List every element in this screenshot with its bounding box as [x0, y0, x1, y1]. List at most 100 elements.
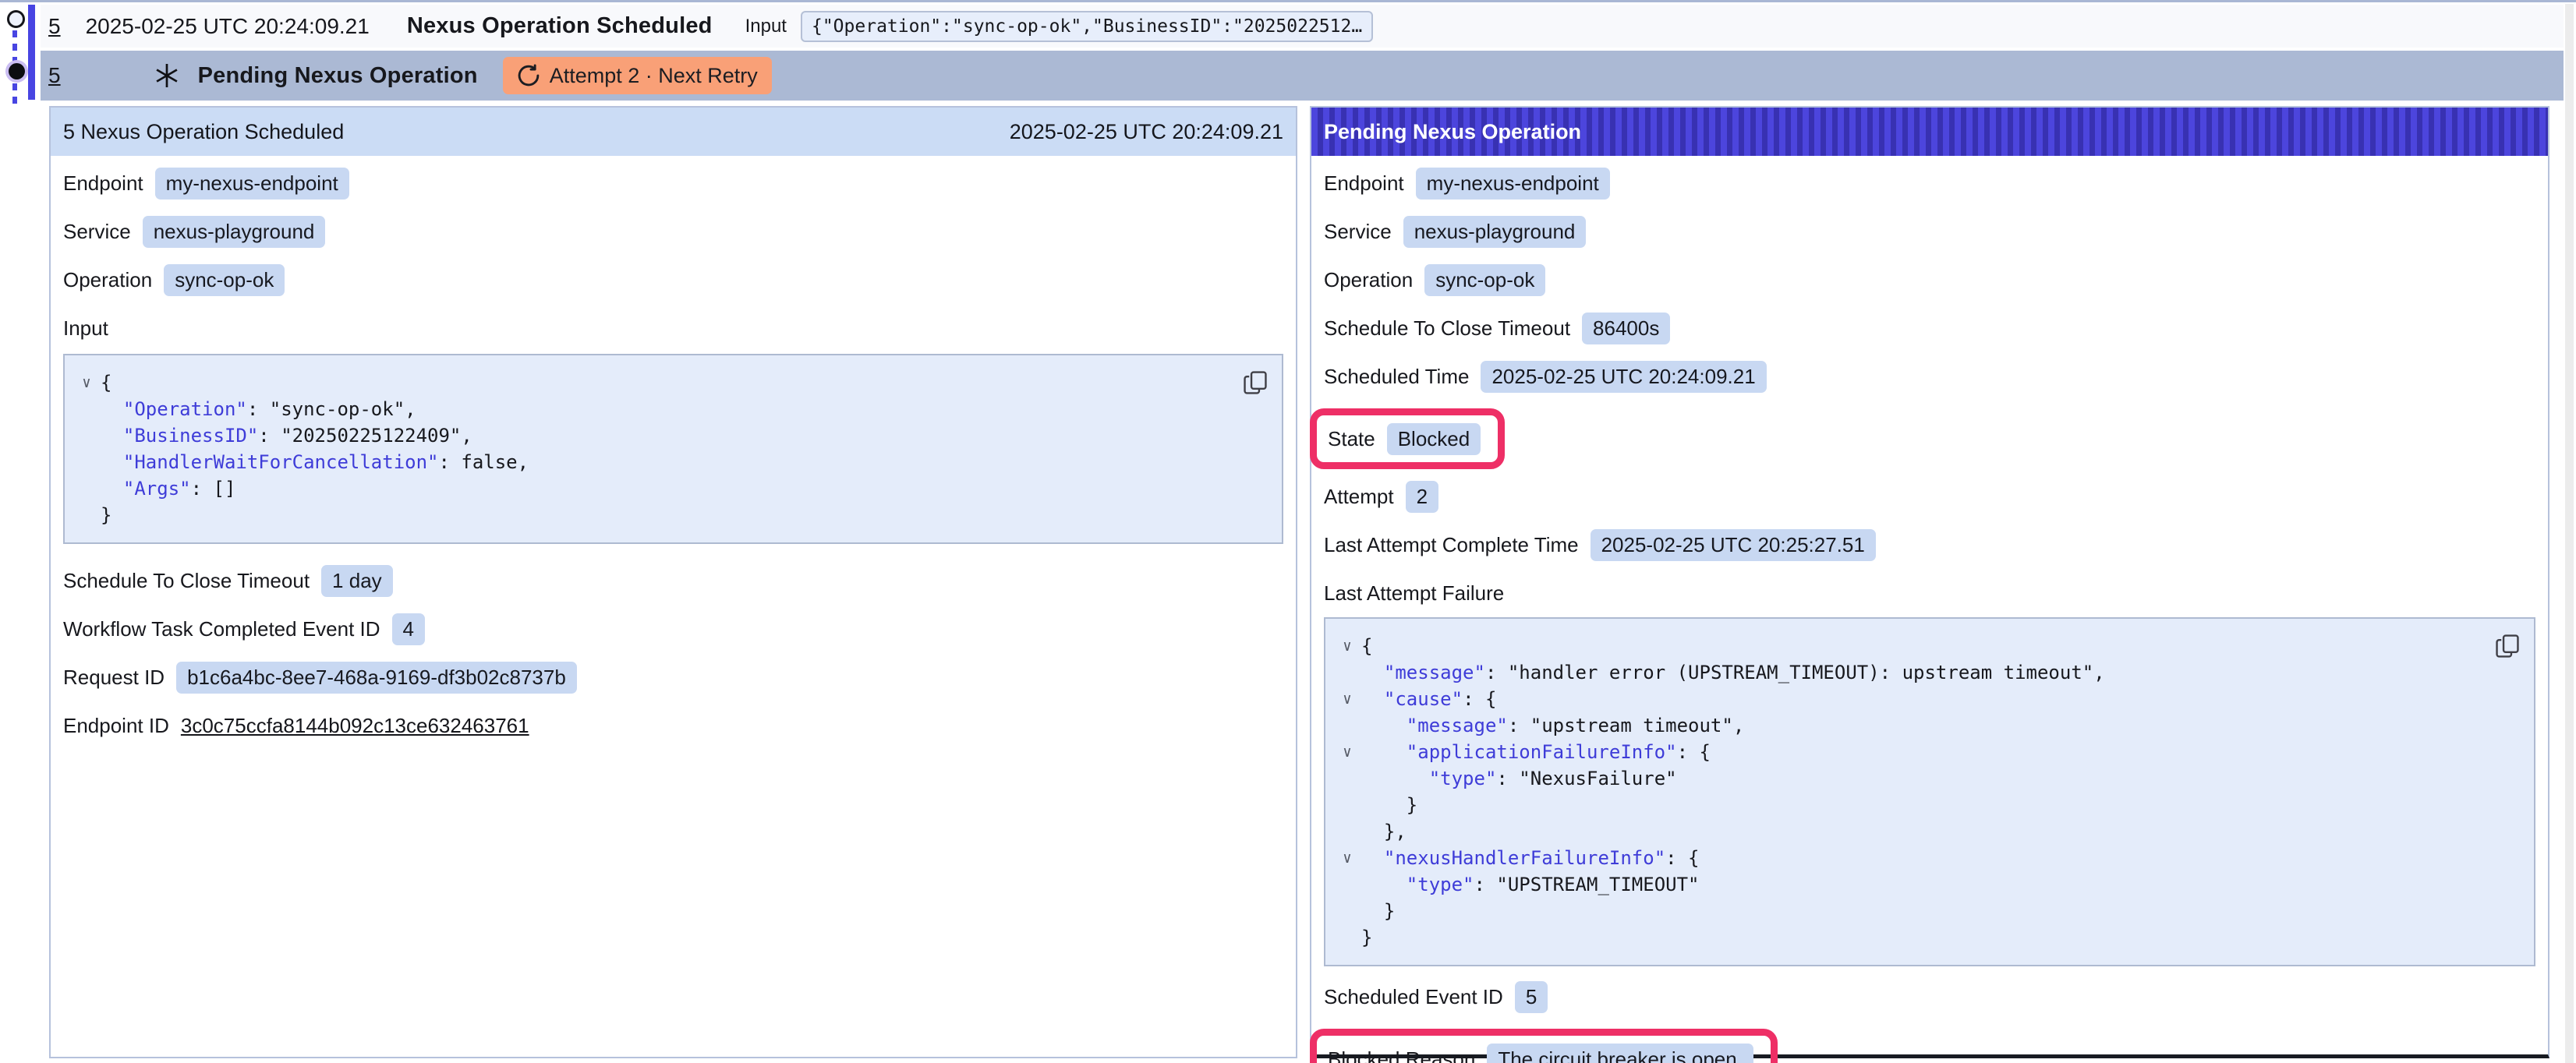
attempt-badge-label: Attempt 2 · Next Retry [550, 64, 758, 88]
field-value-chip: 1 day [321, 565, 393, 597]
field-label: Endpoint [63, 171, 143, 196]
copy-button[interactable] [2493, 631, 2521, 662]
code-text: "type": "NexusFailure" [1361, 765, 1677, 792]
field-label: Last Attempt Failure [1324, 581, 1504, 606]
code-text: { [1361, 633, 1372, 659]
field-label: Operation [1324, 268, 1413, 292]
field-label: Input [63, 316, 108, 341]
field-endpoint: Endpoint my-nexus-endpoint [1324, 167, 2535, 200]
code-gutter [1333, 792, 1361, 818]
pending-asterisk-icon [153, 62, 181, 90]
field-scheduled-event-id: Scheduled Event ID 5 [1324, 980, 2535, 1013]
code-gutter [1333, 765, 1361, 792]
field-schedule-to-close-timeout: Schedule To Close Timeout 86400s [1324, 312, 2535, 344]
field-workflow-task-completed-event-id: Workflow Task Completed Event ID 4 [63, 613, 1283, 645]
event-group-indicator-bar [28, 5, 35, 100]
code-gutter [1333, 818, 1361, 845]
code-gutter [73, 449, 101, 475]
collapse-chevron-icon[interactable]: ∨ [1333, 739, 1361, 765]
json-code-line: ∨ "nexusHandlerFailureInfo": { [1333, 845, 2520, 871]
field-scheduled-time: Scheduled Time 2025-02-25 UTC 20:24:09.2… [1324, 360, 2535, 393]
code-gutter [1333, 898, 1361, 924]
timeline-open-circle-icon [7, 10, 25, 28]
field-label: Operation [63, 268, 152, 292]
field-value-chip: nexus-playground [1403, 216, 1587, 248]
code-gutter [1333, 871, 1361, 898]
code-gutter [73, 475, 101, 502]
pending-operation-header-title: Pending Nexus Operation [1324, 120, 1581, 144]
field-attempt: Attempt 2 [1324, 480, 2535, 513]
state-annotation-highlight: State Blocked [1310, 408, 1505, 469]
collapse-chevron-icon[interactable]: ∨ [1333, 686, 1361, 712]
event-id-link[interactable]: 5 [48, 63, 61, 88]
json-code-line: "HandlerWaitForCancellation": false, [73, 449, 1268, 475]
copy-icon [2494, 631, 2521, 661]
event-summary-row[interactable]: 5 2025-02-25 UTC 20:24:09.21 Nexus Opera… [41, 5, 2564, 48]
field-label: Scheduled Time [1324, 365, 1469, 389]
copy-button[interactable] [1241, 368, 1269, 399]
field-input: Input [63, 312, 1283, 344]
field-value-chip: sync-op-ok [1424, 264, 1545, 296]
json-code-line: } [1333, 924, 2520, 951]
copy-icon [1242, 368, 1269, 397]
json-code-line: ∨ "cause": { [1333, 686, 2520, 712]
collapse-chevron-icon[interactable]: ∨ [1333, 633, 1361, 659]
state-value-chip: Blocked [1387, 423, 1481, 455]
field-value-chip: my-nexus-endpoint [1416, 168, 1610, 200]
code-gutter [1333, 924, 1361, 951]
field-value-chip: 2025-02-25 UTC 20:24:09.21 [1481, 361, 1766, 393]
json-code-line: } [1333, 898, 2520, 924]
code-text: "message": "handler error (UPSTREAM_TIME… [1361, 659, 2105, 686]
code-text: "HandlerWaitForCancellation": false, [101, 449, 529, 475]
json-code-line: "type": "NexusFailure" [1333, 765, 2520, 792]
collapse-chevron-icon[interactable]: ∨ [73, 369, 101, 396]
field-value-chip: sync-op-ok [164, 264, 285, 296]
event-name: Nexus Operation Scheduled [407, 13, 713, 39]
field-label: Attempt [1324, 485, 1394, 509]
code-text: "message": "upstream timeout", [1361, 712, 1744, 739]
pending-operation-row[interactable]: 5 Pending Nexus Operation Attempt 2 · Ne… [41, 51, 2564, 101]
json-code-line: } [1333, 792, 2520, 818]
endpoint-id-link[interactable]: 3c0c75ccfa8144b092c13ce632463761 [181, 714, 529, 738]
json-code-line: "Args": [] [73, 475, 1268, 502]
field-operation: Operation sync-op-ok [1324, 263, 2535, 296]
field-value-chip: my-nexus-endpoint [155, 168, 349, 200]
event-detail-card: 5 Nexus Operation Scheduled 2025-02-25 U… [49, 106, 1297, 1058]
code-text: "Operation": "sync-op-ok", [101, 396, 416, 422]
json-code-line: "BusinessID": "20250225122409", [73, 422, 1268, 449]
code-text: "BusinessID": "20250225122409", [101, 422, 472, 449]
field-last-attempt-complete-time: Last Attempt Complete Time 2025-02-25 UT… [1324, 528, 2535, 561]
field-label: Workflow Task Completed Event ID [63, 617, 380, 641]
field-label: Scheduled Event ID [1324, 985, 1503, 1009]
code-gutter [1333, 712, 1361, 739]
code-text: "type": "UPSTREAM_TIMEOUT" [1361, 871, 1699, 898]
code-text: "nexusHandlerFailureInfo": { [1361, 845, 1700, 871]
code-text: } [1361, 792, 1417, 818]
field-label: Service [63, 220, 131, 244]
field-value-chip: nexus-playground [143, 216, 326, 248]
blocked-reason-value-chip: The circuit breaker is open. [1487, 1044, 1753, 1063]
field-value-chip: b1c6a4bc-8ee7-468a-9169-df3b02c8737b [176, 662, 577, 694]
field-value-chip: 2025-02-25 UTC 20:25:27.51 [1591, 529, 1876, 561]
code-text: "applicationFailureInfo": { [1361, 739, 1711, 765]
code-text: "cause": { [1361, 686, 1496, 712]
field-label: Service [1324, 220, 1392, 244]
event-id-link[interactable]: 5 [48, 14, 61, 39]
field-label: Schedule To Close Timeout [1324, 316, 1570, 341]
field-label: Endpoint ID [63, 714, 169, 738]
code-gutter [73, 502, 101, 528]
field-endpoint: Endpoint my-nexus-endpoint [63, 167, 1283, 200]
json-code-line: ∨ "applicationFailureInfo": { [1333, 739, 2520, 765]
failure-json-viewer: ∨{ "message": "handler error (UPSTREAM_T… [1324, 617, 2535, 966]
json-code-line: }, [1333, 818, 2520, 845]
collapse-chevron-icon[interactable]: ∨ [1333, 845, 1361, 871]
json-code-line: "type": "UPSTREAM_TIMEOUT" [1333, 871, 2520, 898]
code-text: "Args": [] [101, 475, 235, 502]
code-gutter [73, 422, 101, 449]
field-request-id: Request ID b1c6a4bc-8ee7-468a-9169-df3b0… [63, 661, 1283, 694]
field-label: Last Attempt Complete Time [1324, 533, 1579, 557]
code-text: } [1361, 924, 1372, 951]
vertical-scrollbar[interactable] [2565, 4, 2574, 1063]
field-value-chip: 86400s [1582, 313, 1670, 344]
event-detail-header: 5 Nexus Operation Scheduled 2025-02-25 U… [51, 108, 1296, 156]
